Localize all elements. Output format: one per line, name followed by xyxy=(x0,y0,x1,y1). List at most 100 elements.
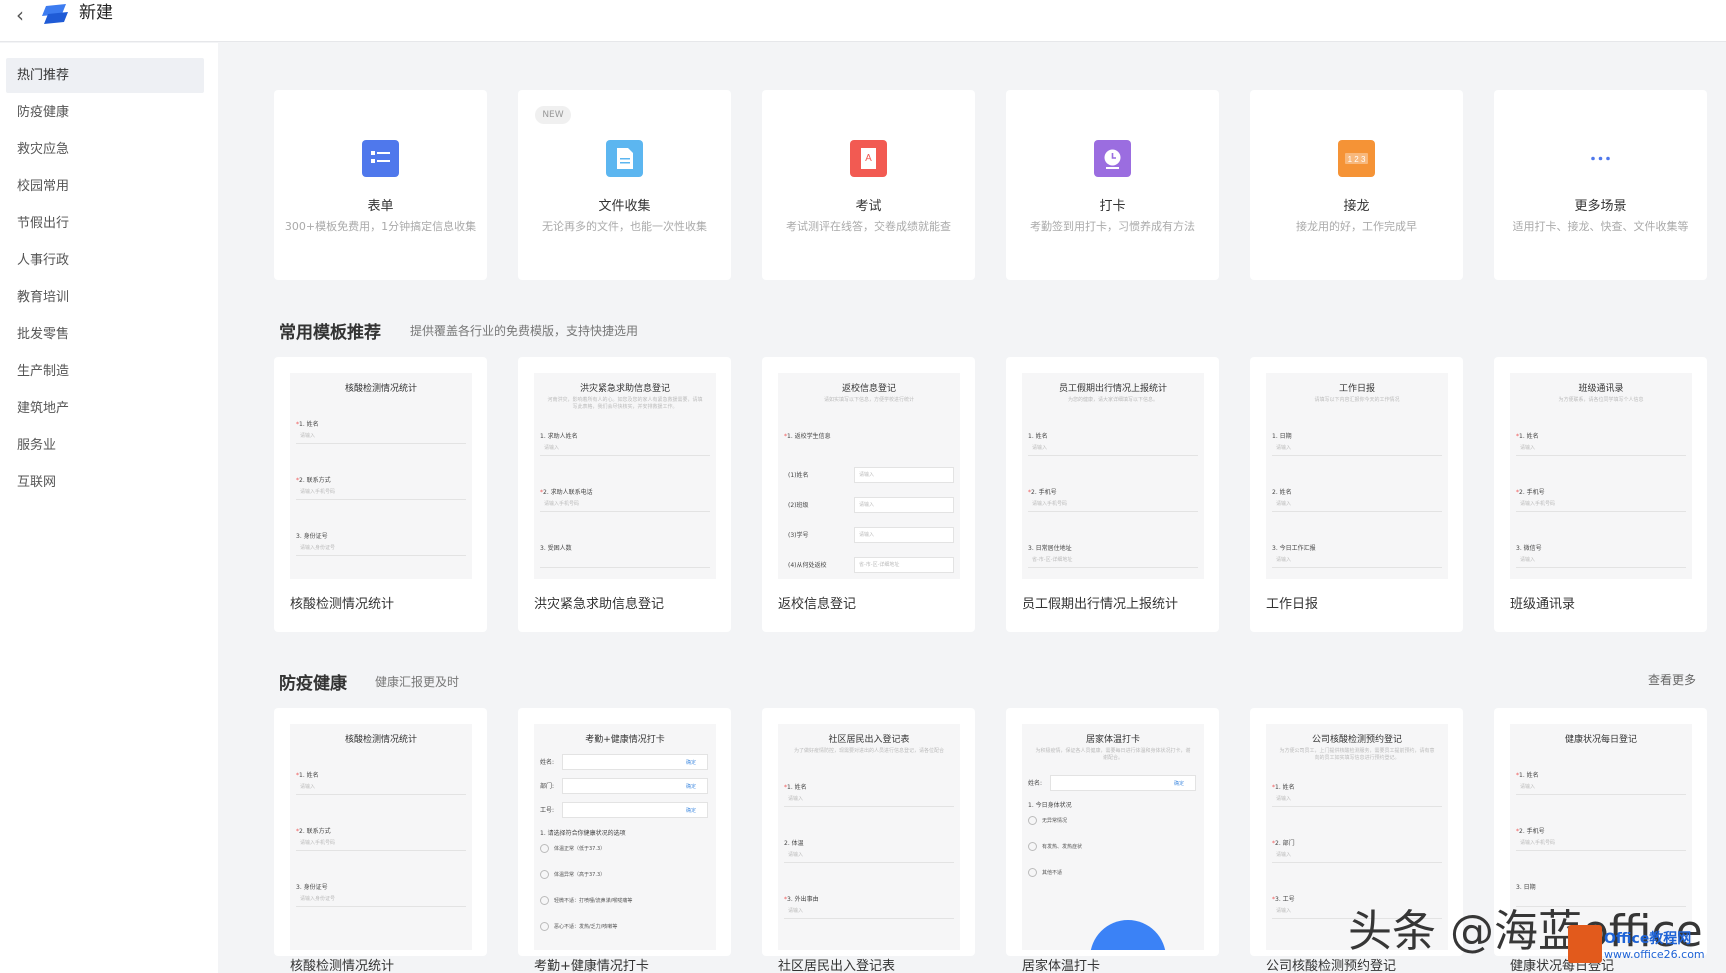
preview-field-label-text: 1. 姓名 xyxy=(1028,433,1048,440)
template-name: 班级通讯录 xyxy=(1510,597,1576,612)
preview-title: 考勤+健康情况打卡 xyxy=(585,735,665,745)
preview-input: 请输入 xyxy=(1272,498,1442,512)
scene-title: 打卡 xyxy=(1099,199,1126,214)
template-name: 社区居民出入登记表 xyxy=(778,959,896,973)
sidebar-item[interactable]: 校园常用 xyxy=(6,169,204,204)
preview-input: 请输入手机号码 xyxy=(1516,837,1686,851)
template-name: 工作日报 xyxy=(1266,597,1319,612)
preview-desc: 河南洪灾，影响着所有人的心。如您及您的家人有紧急救援需要，请填写此表格，我们会尽… xyxy=(547,397,703,410)
template-card[interactable]: 社区居民出入登记表 为了做好疫情防控，现需要对进出的人员进行信息登记，请各位配合 *… xyxy=(762,708,975,973)
scene-card[interactable]: 1 2 3 接龙 接龙用的好，工作完成早 xyxy=(1250,90,1463,280)
sidebar-item[interactable]: 教育培训 xyxy=(6,280,204,315)
chevron-left-icon[interactable]: ‹ xyxy=(10,4,30,26)
template-name: 核酸检测情况统计 xyxy=(290,597,395,612)
preview-input: 请输入 xyxy=(784,849,954,863)
preview-input: 请输入 xyxy=(784,905,954,919)
scene-title: 接龙 xyxy=(1343,199,1370,214)
preview-box-label: 部门: xyxy=(540,783,555,790)
preview-input: 请输入手机号码 xyxy=(296,486,466,500)
preview-input: 请输入手机号码 xyxy=(1516,498,1686,512)
preview-field: 1. 日期 请输入 xyxy=(1272,431,1442,456)
sidebar-item[interactable]: 服务业 xyxy=(6,428,204,463)
scene-card[interactable]: 打卡 考勤签到用打卡，习惯养成有方法 xyxy=(1006,90,1219,280)
sidebar-item[interactable]: 节假出行 xyxy=(6,206,204,241)
sidebar-item[interactable]: 生产制造 xyxy=(6,354,204,389)
preview-sub-label: (3)学号 xyxy=(788,532,809,539)
clock-icon xyxy=(1094,140,1131,177)
preview-input: 请输入 xyxy=(296,781,466,795)
template-name: 员工假期出行情况上报统计 xyxy=(1022,597,1179,612)
preview-field-label: *1. 姓名 xyxy=(296,770,466,781)
template-card[interactable]: 工作日报 请填写以下内容汇报你今天的工作情况 1. 日期 请输入 2. 姓名 请输入 3. … xyxy=(1250,357,1463,632)
preview-field: *1. 姓名 请输入 xyxy=(296,770,466,795)
template-card[interactable]: 核酸检测情况统计 *1. 姓名 请输入 *2. 联系方式 请输入手机号码 3. 身份证号请… xyxy=(274,708,487,973)
template-card[interactable]: 班级通讯录 为方便联系，请各位同学填写个人信息 *1. 姓名 请输入 *2. 手机号 请输… xyxy=(1494,357,1707,632)
sidebar-item[interactable]: 互联网 xyxy=(6,465,204,500)
preview-field-label: *2. 联系方式 xyxy=(296,475,466,486)
see-more-link[interactable]: 查看更多 xyxy=(1648,671,1696,688)
preview-title: 工作日报 xyxy=(1338,384,1375,394)
preview-input: 请输入 xyxy=(1272,793,1442,807)
template-name: 居家体温打卡 xyxy=(1022,959,1101,973)
preview-title: 居家体温打卡 xyxy=(1085,735,1140,745)
template-preview: 班级通讯录 为方便联系，请各位同学填写个人信息 *1. 姓名 请输入 *2. 手机号 请输… xyxy=(1510,373,1692,579)
preview-box-label: 姓名: xyxy=(1028,780,1043,787)
preview-confirm-button: 确定 xyxy=(686,784,697,790)
preview-title: 核酸检测情况统计 xyxy=(344,384,417,394)
preview-field: *1. 姓名 请输入 xyxy=(1516,770,1686,795)
sidebar-item[interactable]: 人事行政 xyxy=(6,243,204,278)
preview-field: 1. 姓名请输入 xyxy=(1028,431,1198,456)
template-card[interactable]: 返校信息登记 请如实填写以下信息，方便学校进行统计 *1. 返校学生信息 (1)姓名请… xyxy=(762,357,975,632)
preview-radio-option: 其他不适 xyxy=(1022,860,1062,886)
preview-sub-label: (1)姓名 xyxy=(788,472,809,479)
template-card[interactable]: 考勤+健康情况打卡 姓名: 确定 部门: 确定 工号: 确定 1. 请选择符合你健康状况的选项… xyxy=(518,708,731,973)
template-preview: 考勤+健康情况打卡 姓名: 确定 部门: 确定 工号: 确定 1. 请选择符合你健康状况的选项… xyxy=(534,724,716,950)
preview-input: 请输入 xyxy=(1028,442,1198,456)
preview-field: *1. 姓名 请输入 xyxy=(296,419,466,444)
preview-field: *1. 姓名 请输入 xyxy=(1516,431,1686,456)
preview-field-label: *1. 返校学生信息 xyxy=(784,431,954,442)
sidebar: 热门推荐 防疫健康 救灾应急 校园常用 节假出行 人事行政 教育培训 批发零售 生产制造 建筑地产… xyxy=(0,43,218,973)
preview-radio-option: 恶心不适：发热/乏力/咳嗽等 xyxy=(534,914,617,940)
preview-field-label: 3. 今日工作汇报 xyxy=(1272,543,1442,554)
scene-card[interactable]: 表单 300+模板免费用，1分钟搞定信息收集 xyxy=(274,90,487,280)
sidebar-item[interactable]: 防疫健康 xyxy=(6,95,204,130)
template-card[interactable]: 洪灾紧急求助信息登记河南洪灾，影响着所有人的心。如您及您的家人有紧急救援需要，请… xyxy=(518,357,731,632)
preview-field-label-text: 1. 姓名 xyxy=(299,772,319,779)
sidebar-item[interactable]: 救灾应急 xyxy=(6,132,204,167)
logo-icon xyxy=(40,2,70,24)
section-title-common: 常用模板推荐 xyxy=(279,323,381,343)
sidebar-item[interactable]: 建筑地产 xyxy=(6,391,204,426)
scene-card[interactable]: NEW 文件收集 无论再多的文件，也能一次性收集 xyxy=(518,90,731,280)
scene-desc: 接龙用的好，工作完成早 xyxy=(1296,220,1417,233)
preview-field-label-text: 2. 部门 xyxy=(1275,840,1295,847)
template-preview: 核酸检测情况统计 *1. 姓名 请输入 *2. 联系方式 请输入手机号码 3. 身份证号请… xyxy=(290,724,472,950)
section-subtitle-health: 健康汇报更及时 xyxy=(375,675,460,689)
preview-title: 社区居民出入登记表 xyxy=(828,735,910,745)
scene-card[interactable]: A 考试 考试测评在线答，交卷成绩就能查 xyxy=(762,90,975,280)
sidebar-item[interactable]: 批发零售 xyxy=(6,317,204,352)
preview-field-label-text: 1. 姓名 xyxy=(787,784,807,791)
preview-input: 请输入 xyxy=(1272,554,1442,568)
preview-desc: 为积极疫情，保证各人员健康，需要每日进行体温和身体状况打卡，谢谢配合。 xyxy=(1035,748,1191,761)
template-card[interactable]: 居家体温打卡为积极疫情，保证各人员健康，需要每日进行体温和身体状况打卡，谢谢配合… xyxy=(1006,708,1219,973)
scene-card[interactable]: 更多场景 适用打卡、接龙、快查、文件收集等 xyxy=(1494,90,1707,280)
preview-field: *3. 外出事由 请输入 xyxy=(784,894,954,919)
template-name: 返校信息登记 xyxy=(778,597,857,612)
sidebar-item[interactable]: 热门推荐 xyxy=(6,58,204,93)
preview-box-label: 姓名: xyxy=(540,759,555,766)
preview-field-label-text: 1. 返校学生信息 xyxy=(787,433,831,440)
preview-field-label: 3. 日常居住地址 xyxy=(1028,543,1198,554)
preview-input: 请输入 xyxy=(540,442,710,456)
template-name: 洪灾紧急求助信息登记 xyxy=(534,597,665,612)
preview-desc: 请如实填写以下信息，方便学校进行统计 xyxy=(823,397,914,403)
section-subtitle-common: 提供覆盖各行业的免费模版，支持快捷选用 xyxy=(410,324,639,338)
preview-title: 洪灾紧急求助信息登记 xyxy=(579,384,670,394)
preview-field: 2. 姓名 请输入 xyxy=(1272,487,1442,512)
preview-field-label-text: 3. 受困人数 xyxy=(540,545,572,552)
preview-field-label: 1. 姓名 xyxy=(1028,431,1198,442)
template-card[interactable]: 核酸检测情况统计 *1. 姓名 请输入 *2. 联系方式 请输入手机号码 3. 身份证号请… xyxy=(274,357,487,632)
preview-field: 3. 身份证号 请输入身份证号 xyxy=(296,882,466,907)
template-card[interactable]: 员工假期出行情况上报统计 为您的健康，请大家详细填写以下信息。 1. 姓名 请输入 *2… xyxy=(1006,357,1219,632)
preview-field-label-text: 2. 体温 xyxy=(784,840,804,847)
